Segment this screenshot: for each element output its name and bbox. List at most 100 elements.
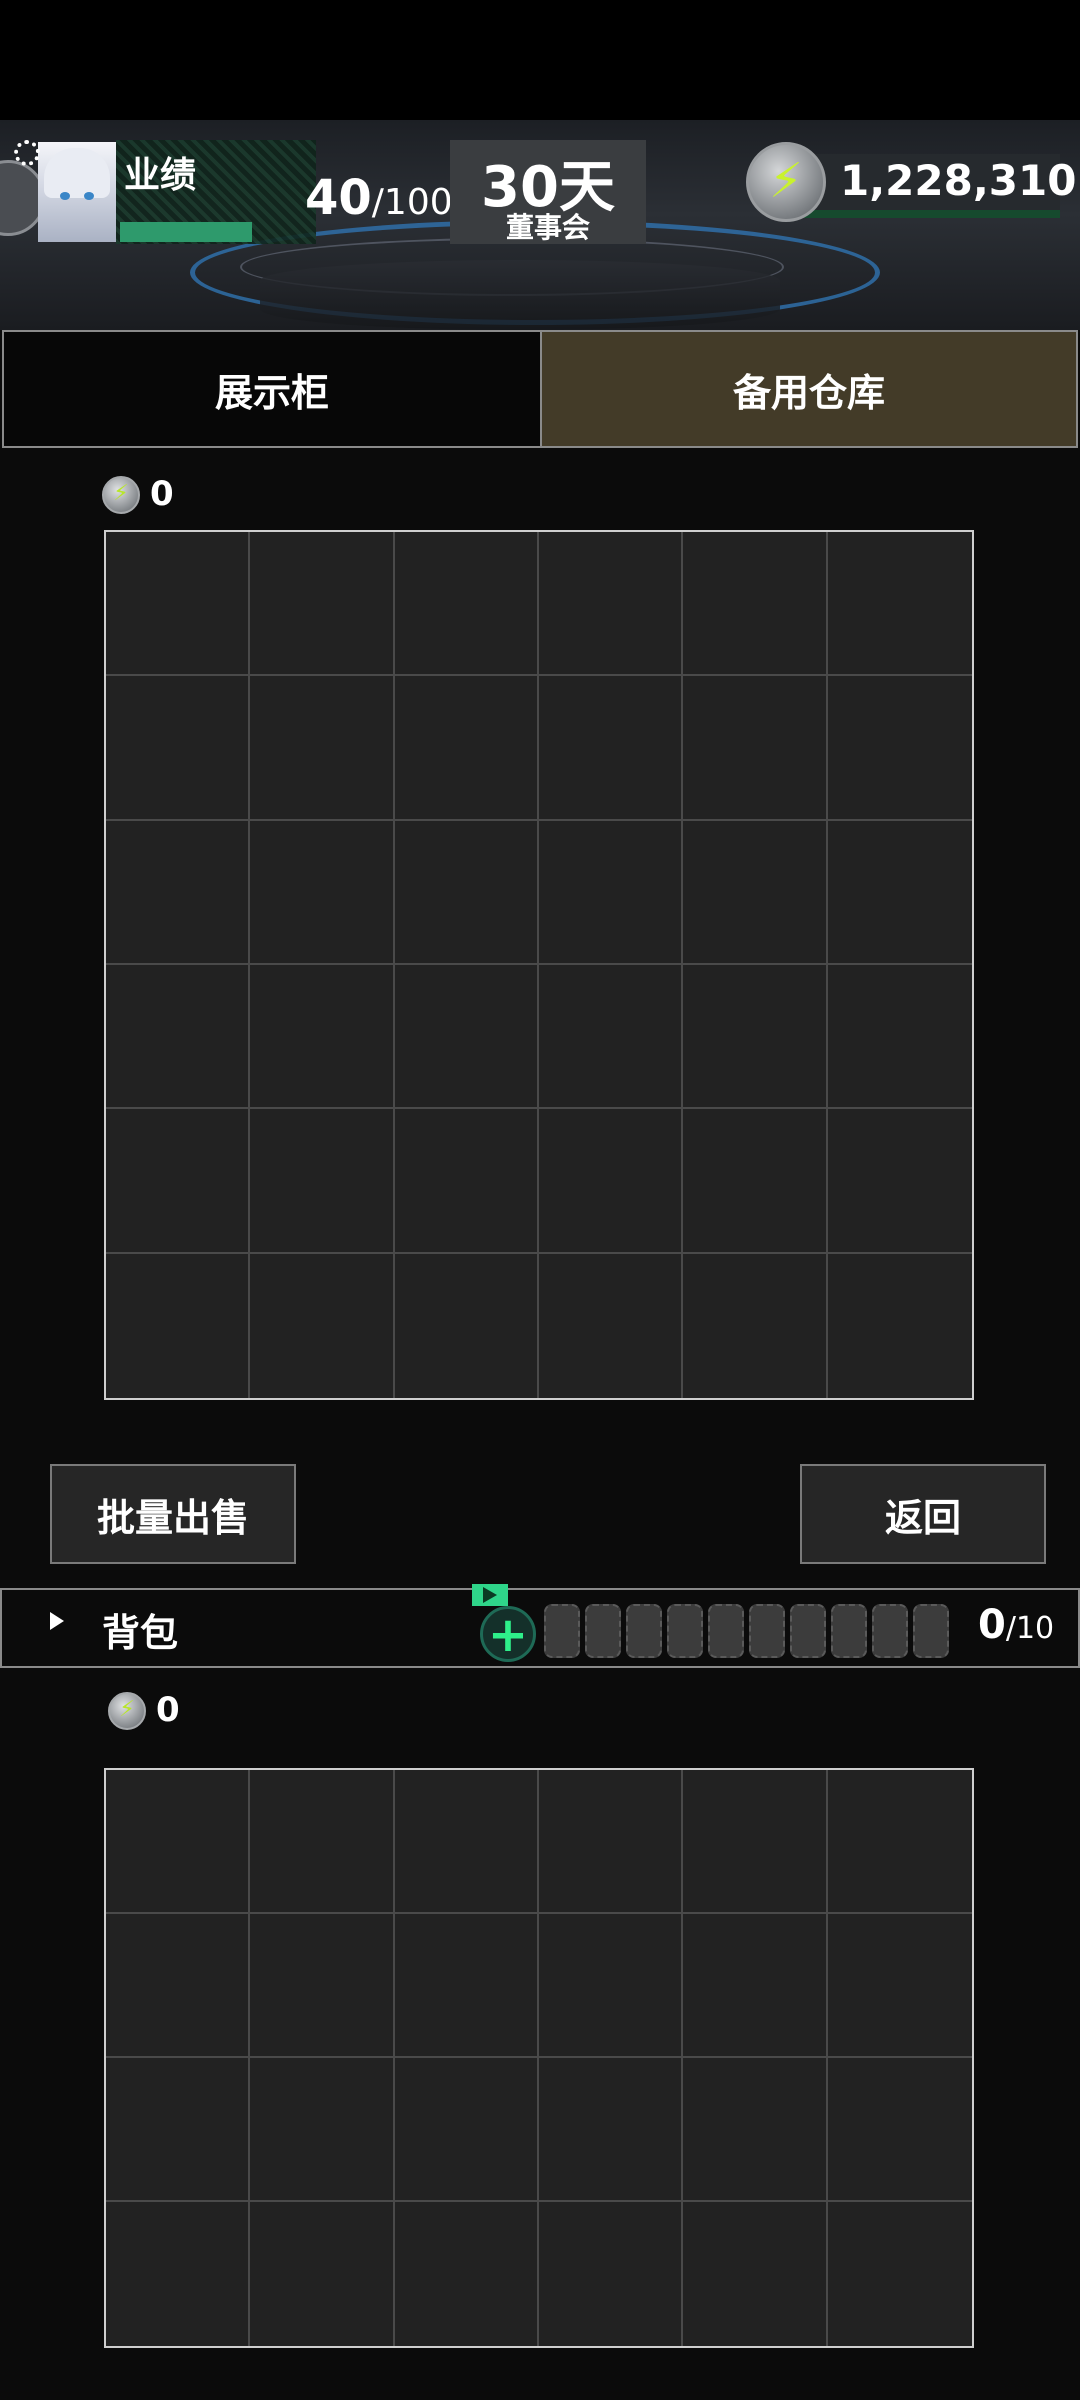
grid-slot[interactable] xyxy=(394,2058,539,2202)
grid-slot[interactable] xyxy=(683,1914,828,2058)
performance-label: 业绩 xyxy=(124,155,197,196)
status-bar-area xyxy=(0,0,1080,120)
grid-slot[interactable] xyxy=(106,532,251,677)
bulk-sell-button[interactable]: 批量出售 xyxy=(50,1464,296,1564)
days-panel[interactable]: 30天 董事会 xyxy=(450,140,646,244)
backpack-coin-count: 0 xyxy=(156,1690,180,1730)
grid-slot[interactable] xyxy=(828,2202,972,2346)
showcase-grid xyxy=(104,530,974,1400)
performance-max: /100 xyxy=(371,182,453,223)
grid-slot[interactable] xyxy=(394,1914,539,2058)
grid-slot[interactable] xyxy=(394,1770,539,1914)
grid-slot[interactable] xyxy=(683,2202,828,2346)
grid-slot[interactable] xyxy=(827,1770,972,1914)
bulk-sell-label: 批量出售 xyxy=(96,1495,249,1540)
grid-slot[interactable] xyxy=(106,1109,251,1254)
grid-slot[interactable] xyxy=(538,676,684,821)
grid-slot[interactable] xyxy=(106,820,251,965)
grid-slot[interactable] xyxy=(250,1770,395,1914)
locked-slot-icon xyxy=(831,1604,867,1658)
grid-slot[interactable] xyxy=(106,2202,251,2346)
grid-slot[interactable] xyxy=(683,676,828,821)
grid-slot[interactable] xyxy=(394,676,539,821)
grid-slot[interactable] xyxy=(828,1254,972,1398)
tab-backup-storage-label: 备用仓库 xyxy=(732,370,885,415)
grid-slot[interactable] xyxy=(683,964,828,1110)
grid-slot[interactable] xyxy=(250,964,395,1110)
backpack-bar[interactable]: 背包 + 0/10 xyxy=(0,1584,1080,1668)
grid-slot[interactable] xyxy=(250,1914,395,2058)
currency-value: 1,228,310 xyxy=(840,156,1077,205)
tab-backup-storage[interactable]: 备用仓库 xyxy=(540,330,1078,448)
grid-slot[interactable] xyxy=(250,532,395,677)
add-slot-button[interactable]: + xyxy=(480,1606,536,1663)
grid-slot[interactable] xyxy=(827,1914,972,2058)
grid-slot[interactable] xyxy=(683,1770,828,1914)
locked-slot-icon xyxy=(585,1604,621,1658)
backpack-capacity: 0/10 xyxy=(978,1602,1054,1648)
grid-slot[interactable] xyxy=(538,820,684,965)
grid-slot[interactable] xyxy=(106,1770,251,1914)
grid-slot[interactable] xyxy=(250,820,395,965)
grid-slot[interactable] xyxy=(106,676,251,821)
grid-slot[interactable] xyxy=(394,820,539,965)
video-ad-icon xyxy=(472,1584,508,1606)
grid-slot[interactable] xyxy=(683,2058,828,2202)
grid-slot[interactable] xyxy=(539,1253,684,1398)
expand-arrow-icon[interactable] xyxy=(50,1612,64,1630)
grid-slot[interactable] xyxy=(395,2202,539,2346)
grid-slot[interactable] xyxy=(106,1253,251,1398)
locked-slot-icon xyxy=(544,1604,580,1658)
locked-slot-icon xyxy=(708,1604,744,1658)
lightning-coin-icon: ⚡ xyxy=(746,142,826,222)
grid-slot[interactable] xyxy=(250,1109,395,1254)
backpack-label: 背包 xyxy=(102,1611,179,1655)
locked-slot-icon xyxy=(913,1604,949,1658)
back-button[interactable]: 返回 xyxy=(800,1464,1046,1564)
lightning-coin-icon: ⚡ xyxy=(108,1692,146,1730)
locked-slot-icon xyxy=(872,1604,908,1658)
grid-slot[interactable] xyxy=(538,1770,684,1914)
grid-slot[interactable] xyxy=(538,532,684,677)
grid-slot[interactable] xyxy=(538,1914,684,2058)
grid-slot[interactable] xyxy=(250,2058,395,2202)
grid-slot[interactable] xyxy=(827,821,972,965)
performance-progress-bar xyxy=(120,222,252,242)
backpack-capacity-current: 0 xyxy=(978,1602,1006,1648)
performance-value: 40/100 xyxy=(305,170,453,226)
grid-slot[interactable] xyxy=(394,532,539,677)
grid-slot[interactable] xyxy=(538,1109,684,1254)
grid-slot[interactable] xyxy=(683,820,828,965)
grid-slot[interactable] xyxy=(250,676,395,821)
grid-slot[interactable] xyxy=(395,1253,539,1398)
grid-slot[interactable] xyxy=(683,1253,828,1398)
grid-slot[interactable] xyxy=(538,2058,684,2202)
lightning-coin-icon: ⚡ xyxy=(102,476,140,514)
locked-slot-icon xyxy=(749,1604,785,1658)
days-subtitle: 董事会 xyxy=(505,211,590,244)
grid-slot[interactable] xyxy=(827,532,972,677)
grid-slot[interactable] xyxy=(394,1109,539,1254)
grid-slot[interactable] xyxy=(827,965,972,1110)
gear-icon[interactable] xyxy=(14,140,40,166)
grid-slot[interactable] xyxy=(106,2058,251,2202)
grid-slot[interactable] xyxy=(538,964,684,1110)
grid-slot[interactable] xyxy=(250,1253,395,1398)
grid-slot[interactable] xyxy=(827,1109,972,1254)
showcase-coin-count: 0 xyxy=(150,474,174,514)
back-label: 返回 xyxy=(884,1495,961,1540)
grid-slot[interactable] xyxy=(827,2058,972,2202)
tab-showcase[interactable]: 展示柜 xyxy=(2,330,542,448)
backpack-capacity-max: /10 xyxy=(1005,1611,1055,1646)
avatar[interactable] xyxy=(38,142,116,242)
grid-slot[interactable] xyxy=(394,964,539,1110)
grid-slot[interactable] xyxy=(106,964,251,1110)
grid-slot[interactable] xyxy=(106,1914,251,2058)
grid-slot[interactable] xyxy=(250,2202,395,2346)
grid-slot[interactable] xyxy=(539,2202,684,2346)
background-stage xyxy=(260,260,780,330)
grid-slot[interactable] xyxy=(683,1109,828,1254)
grid-slot[interactable] xyxy=(827,676,972,821)
grid-slot[interactable] xyxy=(683,532,828,677)
top-header: 业绩 40/100 30天 董事会 ⚡ 1,228,310 xyxy=(0,120,1080,330)
